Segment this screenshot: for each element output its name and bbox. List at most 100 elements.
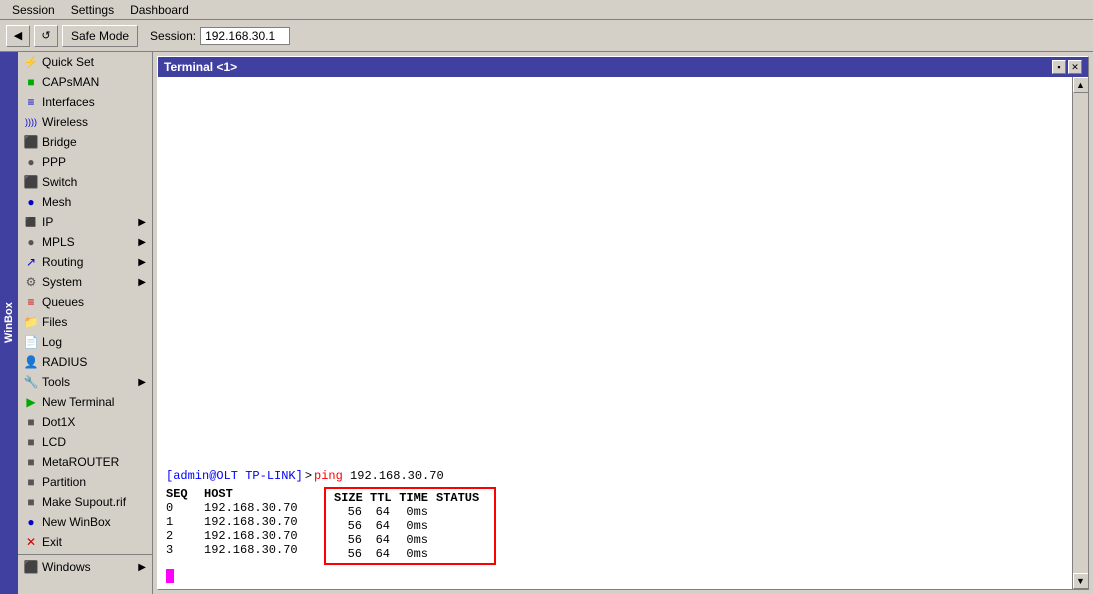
- sidebar-item-partition[interactable]: ■ Partition: [18, 472, 152, 492]
- sidebar-item-label: CAPsMAN: [42, 75, 99, 89]
- close-icon: ✕: [1071, 62, 1079, 73]
- sidebar-item-label: New WinBox: [42, 515, 111, 529]
- terminal-empty-space: [166, 83, 1064, 465]
- sidebar-item-queues[interactable]: ≡ Queues: [18, 292, 152, 312]
- sidebar-item-wireless[interactable]: )))) Wireless: [18, 112, 152, 132]
- sidebar-item-label: RADIUS: [42, 355, 87, 369]
- close-button[interactable]: ✕: [1068, 60, 1082, 74]
- sidebar-item-bridge[interactable]: ⬛ Bridge: [18, 132, 152, 152]
- sidebar-item-label: Routing: [42, 255, 83, 269]
- seq-1: 1: [166, 515, 196, 529]
- sidebar-item-switch[interactable]: ⬛ Switch: [18, 172, 152, 192]
- cursor: [166, 569, 174, 583]
- host-1: 192.168.30.70: [204, 515, 304, 529]
- tools-icon: 🔧: [24, 375, 38, 389]
- terminal-content[interactable]: [admin@OLT TP-LINK] > ping 192.168.30.70: [158, 77, 1072, 589]
- size-3: 56: [334, 547, 362, 561]
- sidebar-item-system[interactable]: ⚙ System ▶: [18, 272, 152, 292]
- tools-arrow: ▶: [138, 377, 146, 388]
- sidebar-item-label: MetaROUTER: [42, 455, 119, 469]
- sidebar-item-exit[interactable]: ✕ Exit: [18, 532, 152, 552]
- interfaces-icon: ≡: [24, 95, 38, 109]
- sidebar-item-make-supout[interactable]: ■ Make Supout.rif: [18, 492, 152, 512]
- safe-mode-button[interactable]: Safe Mode: [62, 25, 138, 47]
- scroll-up-button[interactable]: ▲: [1073, 77, 1089, 93]
- scroll-track: [1073, 93, 1088, 573]
- sidebar-item-label: New Terminal: [42, 395, 114, 409]
- refresh-button[interactable]: ↺: [34, 25, 58, 47]
- sidebar-item-lcd[interactable]: ■ LCD: [18, 432, 152, 452]
- prompt-text: [admin@OLT TP-LINK]: [166, 469, 303, 483]
- routing-icon: ↗: [24, 255, 38, 269]
- scroll-down-button[interactable]: ▼: [1073, 573, 1089, 589]
- sidebar-item-label: Exit: [42, 535, 62, 549]
- sidebar-item-interfaces[interactable]: ≡ Interfaces: [18, 92, 152, 112]
- seq-header: SEQ: [166, 487, 196, 501]
- menu-dashboard[interactable]: Dashboard: [122, 1, 197, 19]
- windows-arrow: ▶: [138, 562, 146, 573]
- terminal-body-wrapper: [admin@OLT TP-LINK] > ping 192.168.30.70: [158, 77, 1088, 589]
- make-supout-icon: ■: [24, 495, 38, 509]
- sidebar-item-windows[interactable]: ⬛ Windows ▶: [18, 557, 152, 577]
- ping-address: [343, 469, 350, 483]
- ttl-1: 64: [370, 519, 390, 533]
- session-value: 192.168.30.1: [200, 27, 290, 45]
- ping-left-table: SEQ HOST 0 192.168.30.70 1 192.168.30.70: [166, 487, 304, 565]
- new-terminal-icon: ▶: [24, 395, 38, 409]
- switch-icon: ⬛: [24, 175, 38, 189]
- sidebar-item-capsman[interactable]: ■ CAPsMAN: [18, 72, 152, 92]
- windows-icon: ⬛: [24, 560, 38, 574]
- radius-icon: 👤: [24, 355, 38, 369]
- sidebar-item-tools[interactable]: 🔧 Tools ▶: [18, 372, 152, 392]
- routing-arrow: ▶: [138, 257, 146, 268]
- sidebar-item-new-winbox[interactable]: ● New WinBox: [18, 512, 152, 532]
- sidebar-item-new-terminal[interactable]: ▶ New Terminal: [18, 392, 152, 412]
- seq-0: 0: [166, 501, 196, 515]
- time-3: 0ms: [398, 547, 428, 561]
- sidebar-item-label: Files: [42, 315, 67, 329]
- mpls-arrow: ▶: [138, 237, 146, 248]
- cursor-line: [166, 569, 1064, 583]
- sidebar-item-dot1x[interactable]: ■ Dot1X: [18, 412, 152, 432]
- system-arrow: ▶: [138, 277, 146, 288]
- sidebar-item-mesh[interactable]: ● Mesh: [18, 192, 152, 212]
- bridge-icon: ⬛: [24, 135, 38, 149]
- restore-button[interactable]: ▪: [1052, 60, 1066, 74]
- sidebar-item-label: Mesh: [42, 195, 71, 209]
- sidebar-item-quick-set[interactable]: ⚡ Quick Set: [18, 52, 152, 72]
- ttl-0: 64: [370, 505, 390, 519]
- host-0: 192.168.30.70: [204, 501, 304, 515]
- time-header: TIME: [398, 491, 428, 505]
- titlebar-buttons: ▪ ✕: [1052, 60, 1082, 74]
- table-row: 0 192.168.30.70: [166, 501, 304, 515]
- table-row: 56 64 0ms: [334, 505, 486, 519]
- sidebar-item-ppp[interactable]: ● PPP: [18, 152, 152, 172]
- sidebar-item-mpls[interactable]: ● MPLS ▶: [18, 232, 152, 252]
- size-1: 56: [334, 519, 362, 533]
- sidebar-item-metarouter[interactable]: ■ MetaROUTER: [18, 452, 152, 472]
- back-button[interactable]: ◀: [6, 25, 30, 47]
- wireless-icon: )))): [24, 115, 38, 129]
- sidebar-divider: [18, 554, 152, 555]
- sidebar-item-label: Bridge: [42, 135, 77, 149]
- menu-session[interactable]: Session: [4, 1, 63, 19]
- sidebar-item-routing[interactable]: ↗ Routing ▶: [18, 252, 152, 272]
- status-1: [436, 519, 486, 533]
- menu-settings[interactable]: Settings: [63, 1, 122, 19]
- sidebar-item-radius[interactable]: 👤 RADIUS: [18, 352, 152, 372]
- sidebar-item-files[interactable]: 📁 Files: [18, 312, 152, 332]
- capsman-icon: ■: [24, 75, 38, 89]
- restore-icon: ▪: [1057, 62, 1060, 72]
- sidebar-item-label: Partition: [42, 475, 86, 489]
- log-icon: 📄: [24, 335, 38, 349]
- table-row: 56 64 0ms: [334, 533, 486, 547]
- table-row: 3 192.168.30.70: [166, 543, 304, 557]
- scroll-down-icon: ▼: [1076, 576, 1085, 586]
- sidebar-item-ip[interactable]: ⬛ IP ▶: [18, 212, 152, 232]
- scroll-up-icon: ▲: [1076, 80, 1085, 90]
- ping-command: ping: [314, 469, 343, 483]
- files-icon: 📁: [24, 315, 38, 329]
- host-3: 192.168.30.70: [204, 543, 304, 557]
- sidebar-item-label: Dot1X: [42, 415, 75, 429]
- sidebar-item-log[interactable]: 📄 Log: [18, 332, 152, 352]
